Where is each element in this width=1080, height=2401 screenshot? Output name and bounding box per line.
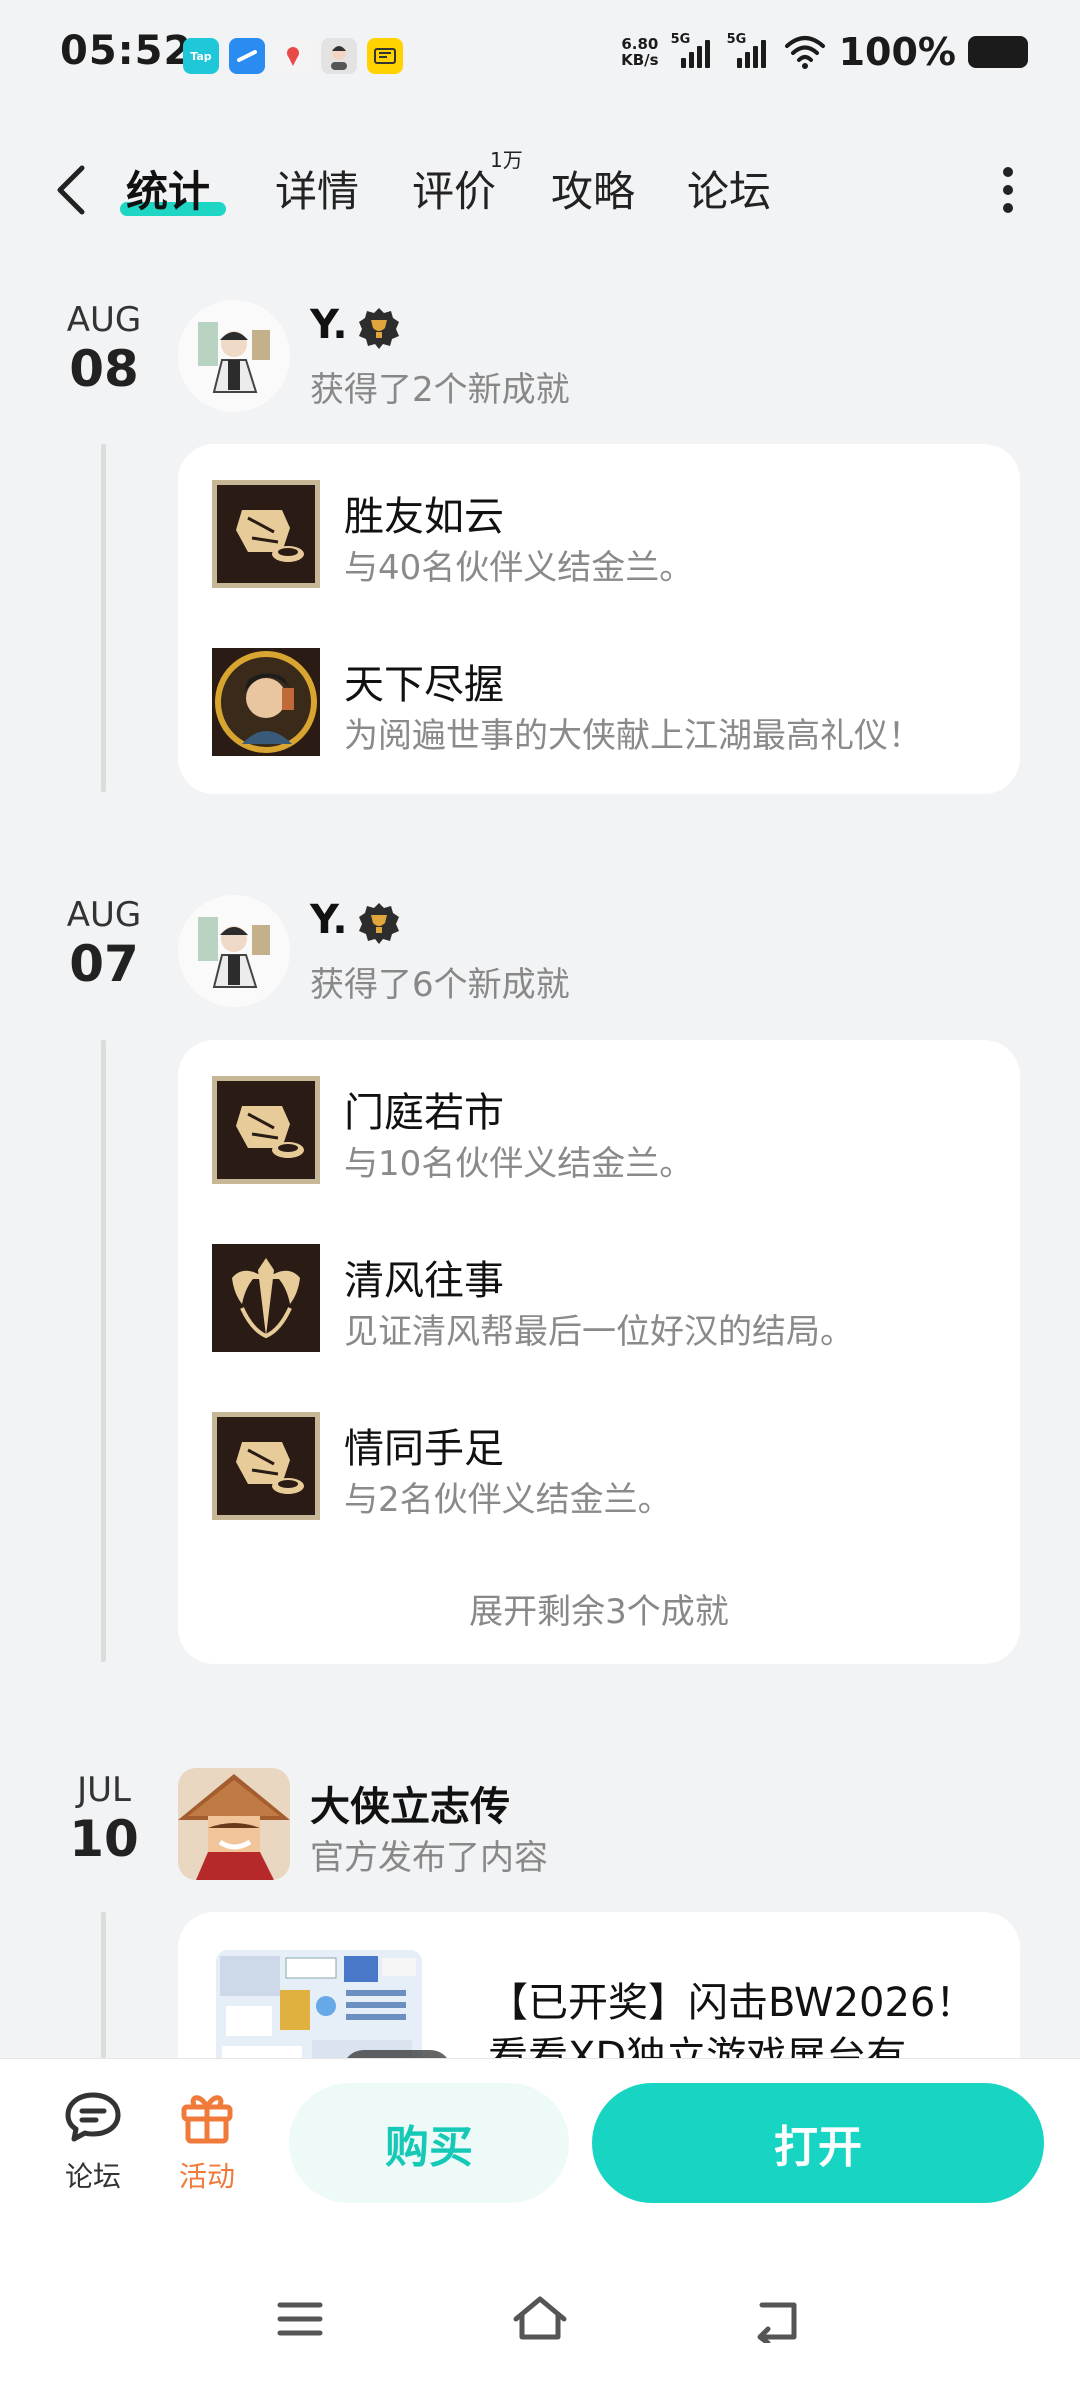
jar-icon (212, 1076, 320, 1184)
username[interactable]: Y. (310, 897, 348, 943)
expand-achievements-button[interactable]: 展开剩余3个成就 (178, 1584, 1020, 1633)
entry-day: 10 (69, 1810, 139, 1868)
achievement-desc: 与10名伙伴义结金兰。 (344, 1144, 694, 1184)
game-name[interactable]: 大侠立志传 (310, 1774, 510, 1832)
events-nav-button[interactable]: 活动 (152, 2089, 262, 2195)
sword-emblem-icon (212, 1244, 320, 1352)
tab-details[interactable]: 详情 (275, 158, 359, 219)
entry-month: AUG (66, 300, 142, 340)
user-badge-icon (359, 903, 399, 944)
achievement-item[interactable]: 情同手足 与2名伙伴义结金兰。 (212, 1412, 992, 1522)
user-badge-icon (359, 308, 399, 349)
achievement-title: 清风往事 (344, 1258, 504, 1304)
top-navigation: 统计 详情 评价 1万 攻略 论坛 (0, 140, 1080, 240)
forum-nav-button[interactable]: 论坛 (38, 2089, 148, 2195)
battery-icon (968, 36, 1028, 68)
yellow-app-icon (367, 38, 403, 74)
achievement-desc: 与2名伙伴义结金兰。 (344, 1480, 672, 1520)
avatar-app-icon (321, 38, 357, 74)
achievement-title: 情同手足 (344, 1426, 504, 1472)
achievement-title: 天下尽握 (344, 662, 504, 708)
post-title-line1: 【已开奖】闪击BW2026！ (488, 1980, 976, 2026)
achievement-card: 门庭若市 与10名伙伴义结金兰。 清风往事 见证清风帮最后一位好汉的结局。 情同… (178, 1040, 1020, 1664)
status-app-icons: Tap (183, 38, 403, 74)
achievement-title: 胜友如云 (344, 494, 504, 540)
achievement-item[interactable]: 清风往事 见证清风帮最后一位好汉的结局。 (212, 1244, 992, 1354)
entry-day: 08 (69, 340, 139, 398)
tab-guides[interactable]: 攻略 (551, 158, 635, 219)
achievement-item[interactable]: 天下尽握 为阅遍世事的大侠献上江湖最高礼仪！ (212, 648, 992, 758)
achievement-item[interactable]: 门庭若市 与10名伙伴义结金兰。 (212, 1076, 992, 1186)
entry-month: AUG (66, 895, 142, 935)
achievement-item[interactable]: 胜友如云 与40名伙伴义结金兰。 (212, 480, 992, 590)
hero-portrait-icon (212, 648, 320, 756)
timeline-line (101, 1912, 106, 2058)
more-options-icon[interactable] (1000, 164, 1016, 216)
entry-subtitle: 获得了2个新成就 (310, 370, 570, 410)
wifi-icon (784, 36, 825, 69)
avatar[interactable] (178, 895, 290, 1007)
battery-percent: 100% (838, 30, 956, 74)
status-time: 05:52 (60, 28, 193, 74)
status-indicators: 6.80 KB/s 5G 5G 100% (621, 30, 1028, 74)
tab-reviews[interactable]: 评价 (412, 158, 496, 219)
entry-subtitle: 获得了6个新成就 (310, 965, 570, 1005)
entry-day: 07 (69, 935, 139, 993)
buy-button[interactable]: 购买 (289, 2083, 569, 2203)
gift-icon (181, 2095, 233, 2144)
status-bar: 05:52 Tap 6.80 KB/s 5G 5G 100% (0, 0, 1080, 115)
avatar[interactable] (178, 300, 290, 412)
bottom-action-bar: 论坛 活动 购买 打开 (0, 2058, 1080, 2401)
username[interactable]: Y. (310, 302, 348, 348)
map-pin-icon (275, 38, 311, 74)
sim2-signal-icon: 5G (727, 32, 771, 68)
jar-icon (212, 480, 320, 588)
back-arrow-icon[interactable] (48, 160, 96, 220)
timeline-line (101, 444, 106, 792)
achievement-title: 门庭若市 (344, 1090, 504, 1136)
tab-forum[interactable]: 论坛 (687, 158, 771, 219)
jar-icon (212, 1412, 320, 1520)
achievement-desc: 为阅遍世事的大侠献上江湖最高礼仪！ (344, 716, 922, 756)
home-icon[interactable] (510, 2293, 570, 2343)
entry-month: JUL (77, 1770, 131, 1810)
back-nav-icon[interactable] (752, 2299, 804, 2343)
menu-icon[interactable] (276, 2299, 324, 2339)
timeline-line (101, 1040, 106, 1662)
open-button[interactable]: 打开 (592, 2083, 1044, 2203)
achievement-card: 胜友如云 与40名伙伴义结金兰。 天下尽握 为阅遍世事的大侠献上江湖最高礼仪！ (178, 444, 1020, 794)
sim1-signal-icon: 5G (671, 32, 715, 68)
blue-app-icon (229, 38, 265, 74)
game-avatar[interactable] (178, 1768, 290, 1880)
achievement-desc: 见证清风帮最后一位好汉的结局。 (344, 1312, 854, 1352)
tab-stats[interactable]: 统计 (126, 158, 210, 219)
review-count-badge: 1万 (490, 148, 523, 172)
chat-icon (65, 2092, 121, 2142)
achievement-desc: 与40名伙伴义结金兰。 (344, 548, 694, 588)
taptap-icon: Tap (183, 38, 219, 74)
entry-subtitle: 官方发布了内容 (310, 1838, 548, 1878)
network-speed: 6.80 KB/s (621, 35, 659, 69)
